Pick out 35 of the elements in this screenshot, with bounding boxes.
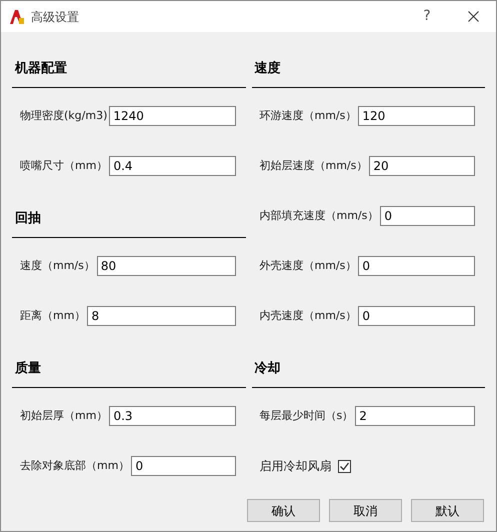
input-field[interactable]: 0 bbox=[358, 306, 475, 326]
input-field[interactable]: 0 bbox=[358, 256, 475, 276]
window-title: 高级设置 bbox=[31, 8, 79, 26]
field-label: 物理密度(kg/m3) bbox=[20, 108, 108, 124]
field-label: 初始层速度（mm/s） bbox=[260, 158, 368, 174]
input-field[interactable]: 0.4 bbox=[109, 156, 236, 176]
section-heading: 冷却 bbox=[254, 360, 280, 378]
input-field[interactable]: 0.3 bbox=[109, 406, 236, 426]
help-button[interactable]: ? bbox=[404, 1, 450, 32]
input-field[interactable]: 120 bbox=[358, 106, 475, 126]
field-label: 外壳速度（mm/s） bbox=[260, 258, 356, 274]
field-label: 内部填充速度（mm/s） bbox=[260, 208, 378, 224]
section-heading: 质量 bbox=[15, 360, 41, 378]
checkbox-label: 启用冷却风扇 bbox=[260, 458, 332, 475]
input-field[interactable]: 0 bbox=[131, 456, 236, 476]
input-field[interactable]: 2 bbox=[355, 406, 475, 426]
field-label: 内壳速度（mm/s） bbox=[260, 308, 356, 324]
field-label: 环游速度（mm/s） bbox=[260, 108, 356, 124]
field-label: 初始层厚（mm） bbox=[20, 408, 108, 424]
field-label: 速度（mm/s） bbox=[20, 258, 95, 274]
input-field[interactable]: 80 bbox=[96, 256, 236, 276]
dialog-button[interactable]: 确认 bbox=[247, 499, 320, 522]
field-label: 每层最少时间（s） bbox=[260, 408, 354, 424]
section-heading: 速度 bbox=[254, 60, 280, 78]
input-field[interactable]: 0 bbox=[380, 206, 475, 226]
input-field[interactable]: 1240 bbox=[109, 106, 236, 126]
input-field[interactable]: 20 bbox=[369, 156, 475, 176]
input-field[interactable]: 8 bbox=[87, 306, 236, 326]
dialog-button[interactable]: 默认 bbox=[411, 499, 484, 522]
field-label: 距离（mm） bbox=[20, 308, 86, 324]
field-label: 去除对象底部（mm） bbox=[20, 458, 130, 474]
field-label: 喷嘴尺寸（mm） bbox=[20, 158, 108, 174]
dialog-button[interactable]: 取消 bbox=[329, 499, 402, 522]
section-heading: 回抽 bbox=[15, 210, 41, 228]
section-heading: 机器配置 bbox=[15, 60, 67, 78]
